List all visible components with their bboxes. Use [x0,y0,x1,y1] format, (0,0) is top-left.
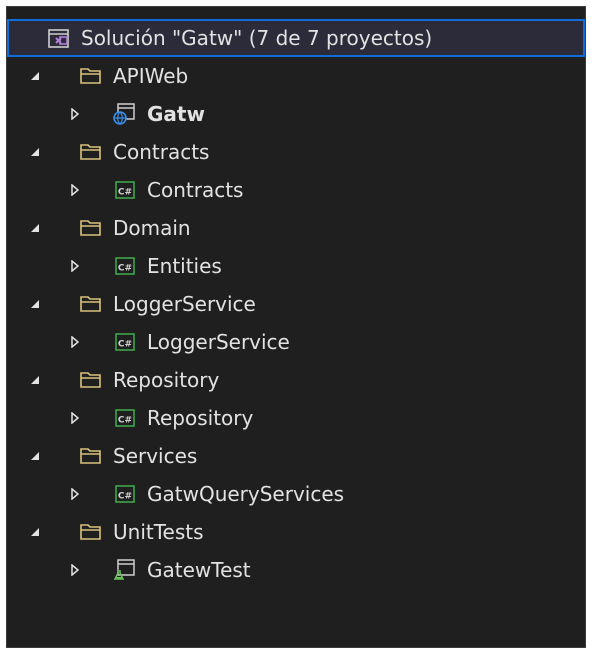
project-label: Repository [147,406,254,430]
collapsed-arrow-icon[interactable] [65,323,85,361]
folder-icon [80,144,101,160]
collapsed-arrow-icon[interactable] [65,399,85,437]
csharp-project-icon: C# [115,181,135,199]
csharp-project-icon: C# [115,333,135,351]
expanded-arrow-icon[interactable] [25,57,45,95]
folder-node-apiweb[interactable]: APIWeb [7,57,585,95]
folder-label: Services [113,444,198,468]
solution-explorer-panel: Solución "Gatw" (7 de 7 proyectos) APIWe… [6,6,586,648]
project-node-loggerservice[interactable]: C# LoggerService [7,323,585,361]
solution-node[interactable]: Solución "Gatw" (7 de 7 proyectos) [7,19,585,57]
project-label: Contracts [147,178,244,202]
expanded-arrow-icon[interactable] [25,209,45,247]
collapsed-arrow-icon[interactable] [65,171,85,209]
csharp-project-icon: C# [115,485,135,503]
project-label: Entities [147,254,222,278]
folder-icon [80,524,101,540]
project-node-contracts[interactable]: C# Contracts [7,171,585,209]
folder-icon [80,220,101,236]
folder-node-services[interactable]: Services [7,437,585,475]
project-node-gatewtest[interactable]: GatewTest [7,551,585,589]
folder-label: LoggerService [113,292,256,316]
expanded-arrow-icon[interactable] [25,285,45,323]
project-label: GatwQueryServices [147,482,345,506]
folder-label: Repository [113,368,220,392]
collapsed-arrow-icon[interactable] [65,551,85,589]
folder-node-contracts[interactable]: Contracts [7,133,585,171]
project-node-entities[interactable]: C# Entities [7,247,585,285]
project-node-repository[interactable]: C# Repository [7,399,585,437]
web-project-icon [113,103,135,125]
expanded-arrow-icon[interactable] [25,513,45,551]
folder-icon [80,372,101,388]
expanded-arrow-icon[interactable] [25,361,45,399]
collapsed-arrow-icon[interactable] [65,475,85,513]
project-label: Gatw [147,102,205,126]
folder-icon [80,296,101,312]
folder-icon [80,68,101,84]
svg-text:C#: C# [118,492,132,502]
project-label: GatewTest [147,558,251,582]
svg-text:C#: C# [118,340,132,350]
folder-node-repository[interactable]: Repository [7,361,585,399]
project-node-gatw[interactable]: Gatw [7,95,585,133]
solution-icon [48,29,69,48]
folder-icon [80,448,101,464]
folder-node-unittests[interactable]: UnitTests [7,513,585,551]
svg-text:C#: C# [118,264,132,274]
collapsed-arrow-icon[interactable] [65,247,85,285]
folder-label: Contracts [113,140,210,164]
collapsed-arrow-icon[interactable] [65,95,85,133]
svg-text:C#: C# [118,188,132,198]
folder-label: APIWeb [113,64,189,88]
folder-label: UnitTests [113,520,204,544]
csharp-project-icon: C# [115,257,135,275]
expanded-arrow-icon[interactable] [25,437,45,475]
project-label: LoggerService [147,330,290,354]
expanded-arrow-icon[interactable] [25,133,45,171]
folder-node-domain[interactable]: Domain [7,209,585,247]
folder-label: Domain [113,216,191,240]
solution-label: Solución "Gatw" (7 de 7 proyectos) [81,26,433,50]
csharp-project-icon: C# [115,409,135,427]
folder-node-loggerservice[interactable]: LoggerService [7,285,585,323]
project-node-gatwqueryservices[interactable]: C# GatwQueryServices [7,475,585,513]
test-project-icon [113,559,135,580]
svg-text:C#: C# [118,416,132,426]
